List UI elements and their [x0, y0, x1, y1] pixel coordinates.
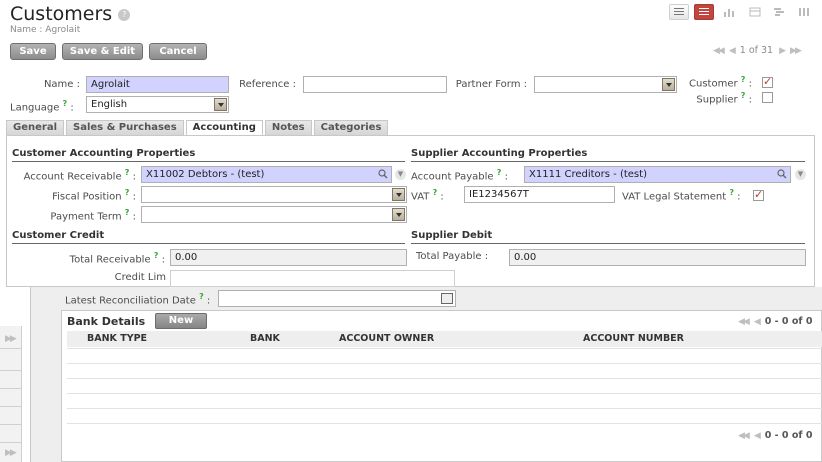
language-select[interactable]: English	[86, 96, 229, 113]
next-record-icon[interactable]: ▶	[779, 46, 786, 56]
previous-page-icon[interactable]: ◀	[754, 317, 761, 327]
tab-accounting[interactable]: Accounting	[185, 120, 263, 136]
previous-page-icon[interactable]: ◀	[754, 431, 761, 441]
save-button[interactable]: Save	[10, 43, 56, 60]
account-receivable-input[interactable]: X11002 Debtors - (test)	[141, 166, 392, 183]
bar-chart-icon	[724, 9, 734, 17]
notebook-tabs: General Sales & Purchases Accounting Not…	[6, 120, 389, 136]
customer-checkbox[interactable]	[762, 75, 773, 88]
help-icon[interactable]: ?	[118, 8, 131, 21]
page-title: Customers?	[10, 3, 131, 25]
table-row	[67, 393, 822, 394]
reference-input[interactable]	[303, 76, 447, 93]
vat-input[interactable]: IE1234567T	[464, 186, 615, 203]
reference-label: Reference :	[239, 79, 296, 90]
account-payable-input[interactable]: X1111 Creditors - (test)	[524, 166, 791, 183]
list-view-icon[interactable]	[669, 4, 689, 20]
latest-reconciliation-label: Latest Reconciliation Date ? :	[65, 292, 211, 307]
bank-pager-bottom: ◀◀ ◀ 0 - 0 of 0	[738, 430, 813, 441]
customer-accounting-title: Customer Accounting Properties	[12, 148, 405, 162]
fiscal-position-select[interactable]	[141, 186, 407, 203]
chevron-down-icon[interactable]: ▼	[395, 169, 406, 180]
customer-credit-title: Customer Credit	[12, 230, 405, 244]
last-record-icon[interactable]: ▶▶	[790, 46, 802, 56]
column-bank-type[interactable]: BANK TYPE	[87, 333, 147, 344]
previous-record-icon[interactable]: ◀	[729, 46, 736, 56]
latest-reconciliation-date-input[interactable]	[218, 290, 456, 307]
table-row	[67, 408, 822, 409]
credit-limit-input[interactable]	[170, 270, 455, 287]
search-icon[interactable]	[378, 169, 388, 179]
first-page-icon[interactable]: ◀◀	[738, 317, 750, 327]
partner-form-label: Partner Form :	[455, 79, 527, 90]
chevron-down-icon	[214, 98, 227, 111]
table-row	[67, 348, 822, 349]
tab-notes[interactable]: Notes	[264, 120, 312, 135]
column-bank[interactable]: BANK	[250, 333, 280, 344]
column-account-number[interactable]: ACCOUNT NUMBER	[583, 333, 684, 344]
form-view-icon[interactable]	[694, 4, 714, 20]
breadcrumb: Name : Agrolait	[10, 25, 81, 35]
account-payable-label: Account Payable ? :	[411, 168, 508, 183]
fiscal-position-label: Fiscal Position ? :	[52, 188, 136, 203]
supplier-label: Supplier ? :	[696, 91, 752, 106]
chevron-down-icon	[392, 208, 405, 221]
language-label: Language ? :	[10, 99, 74, 114]
supplier-checkbox[interactable]	[762, 92, 773, 103]
expand-icon[interactable]: ▶▶	[5, 334, 17, 344]
kanban-view-icon[interactable]	[794, 4, 814, 20]
payment-term-label: Payment Term ? :	[50, 208, 136, 223]
name-input[interactable]: Agrolait	[86, 76, 229, 93]
column-account-owner[interactable]: ACCOUNT OWNER	[339, 333, 434, 344]
new-bank-button[interactable]: New	[155, 313, 207, 329]
gantt-icon	[774, 8, 784, 16]
tab-general[interactable]: General	[6, 120, 64, 135]
customer-label: Customer ? :	[689, 75, 752, 90]
vat-legal-statement-checkbox[interactable]	[753, 188, 764, 201]
total-payable-label: Total Payable :	[416, 251, 489, 262]
calendar-icon[interactable]	[441, 293, 453, 304]
total-receivable-label: Total Receivable ? :	[69, 251, 165, 266]
pager-text: 1 of 31	[739, 45, 774, 56]
credit-limit-label: Credit Lim	[114, 272, 166, 283]
kanban-icon	[799, 8, 809, 16]
payment-term-select[interactable]	[141, 206, 407, 223]
bank-table-header	[67, 331, 822, 347]
side-pager: ▶▶ ▶▶	[0, 326, 22, 462]
total-receivable-value: 0.00	[170, 249, 407, 266]
first-page-icon[interactable]: ◀◀	[738, 431, 750, 441]
first-record-icon[interactable]: ◀◀	[713, 46, 725, 56]
chevron-down-icon	[662, 78, 675, 91]
graph-view-icon[interactable]	[719, 4, 739, 20]
record-pager: ◀◀ ◀ 1 of 31 ▶ ▶▶	[713, 45, 802, 56]
save-edit-button[interactable]: Save & Edit	[62, 43, 143, 60]
account-receivable-label: Account Receivable ? :	[23, 168, 136, 183]
gantt-view-icon[interactable]	[769, 4, 789, 20]
vat-label: VAT ? :	[411, 188, 444, 203]
name-label: Name :	[43, 79, 80, 90]
search-icon[interactable]	[777, 169, 787, 179]
total-payable-value: 0.00	[509, 249, 806, 266]
partner-form-select[interactable]	[534, 76, 677, 93]
calendar-view-icon[interactable]	[745, 4, 765, 20]
cancel-button[interactable]: Cancel	[149, 43, 207, 60]
table-row	[67, 423, 822, 424]
tab-categories[interactable]: Categories	[313, 120, 389, 135]
vat-legal-statement-label: VAT Legal Statement ? :	[622, 188, 741, 203]
chevron-down-icon	[392, 188, 405, 201]
bank-pager-top: ◀◀ ◀ 0 - 0 of 0	[738, 316, 813, 327]
calendar-icon	[749, 7, 761, 17]
table-row	[67, 378, 822, 379]
bank-details-title: Bank Details	[67, 315, 146, 328]
supplier-accounting-title: Supplier Accounting Properties	[411, 148, 805, 162]
table-row	[67, 363, 822, 364]
chevron-down-icon[interactable]: ▼	[795, 169, 806, 180]
expand-icon[interactable]: ▶▶	[5, 448, 17, 458]
supplier-debit-title: Supplier Debit	[411, 230, 805, 244]
tab-sales-purchases[interactable]: Sales & Purchases	[66, 120, 184, 135]
